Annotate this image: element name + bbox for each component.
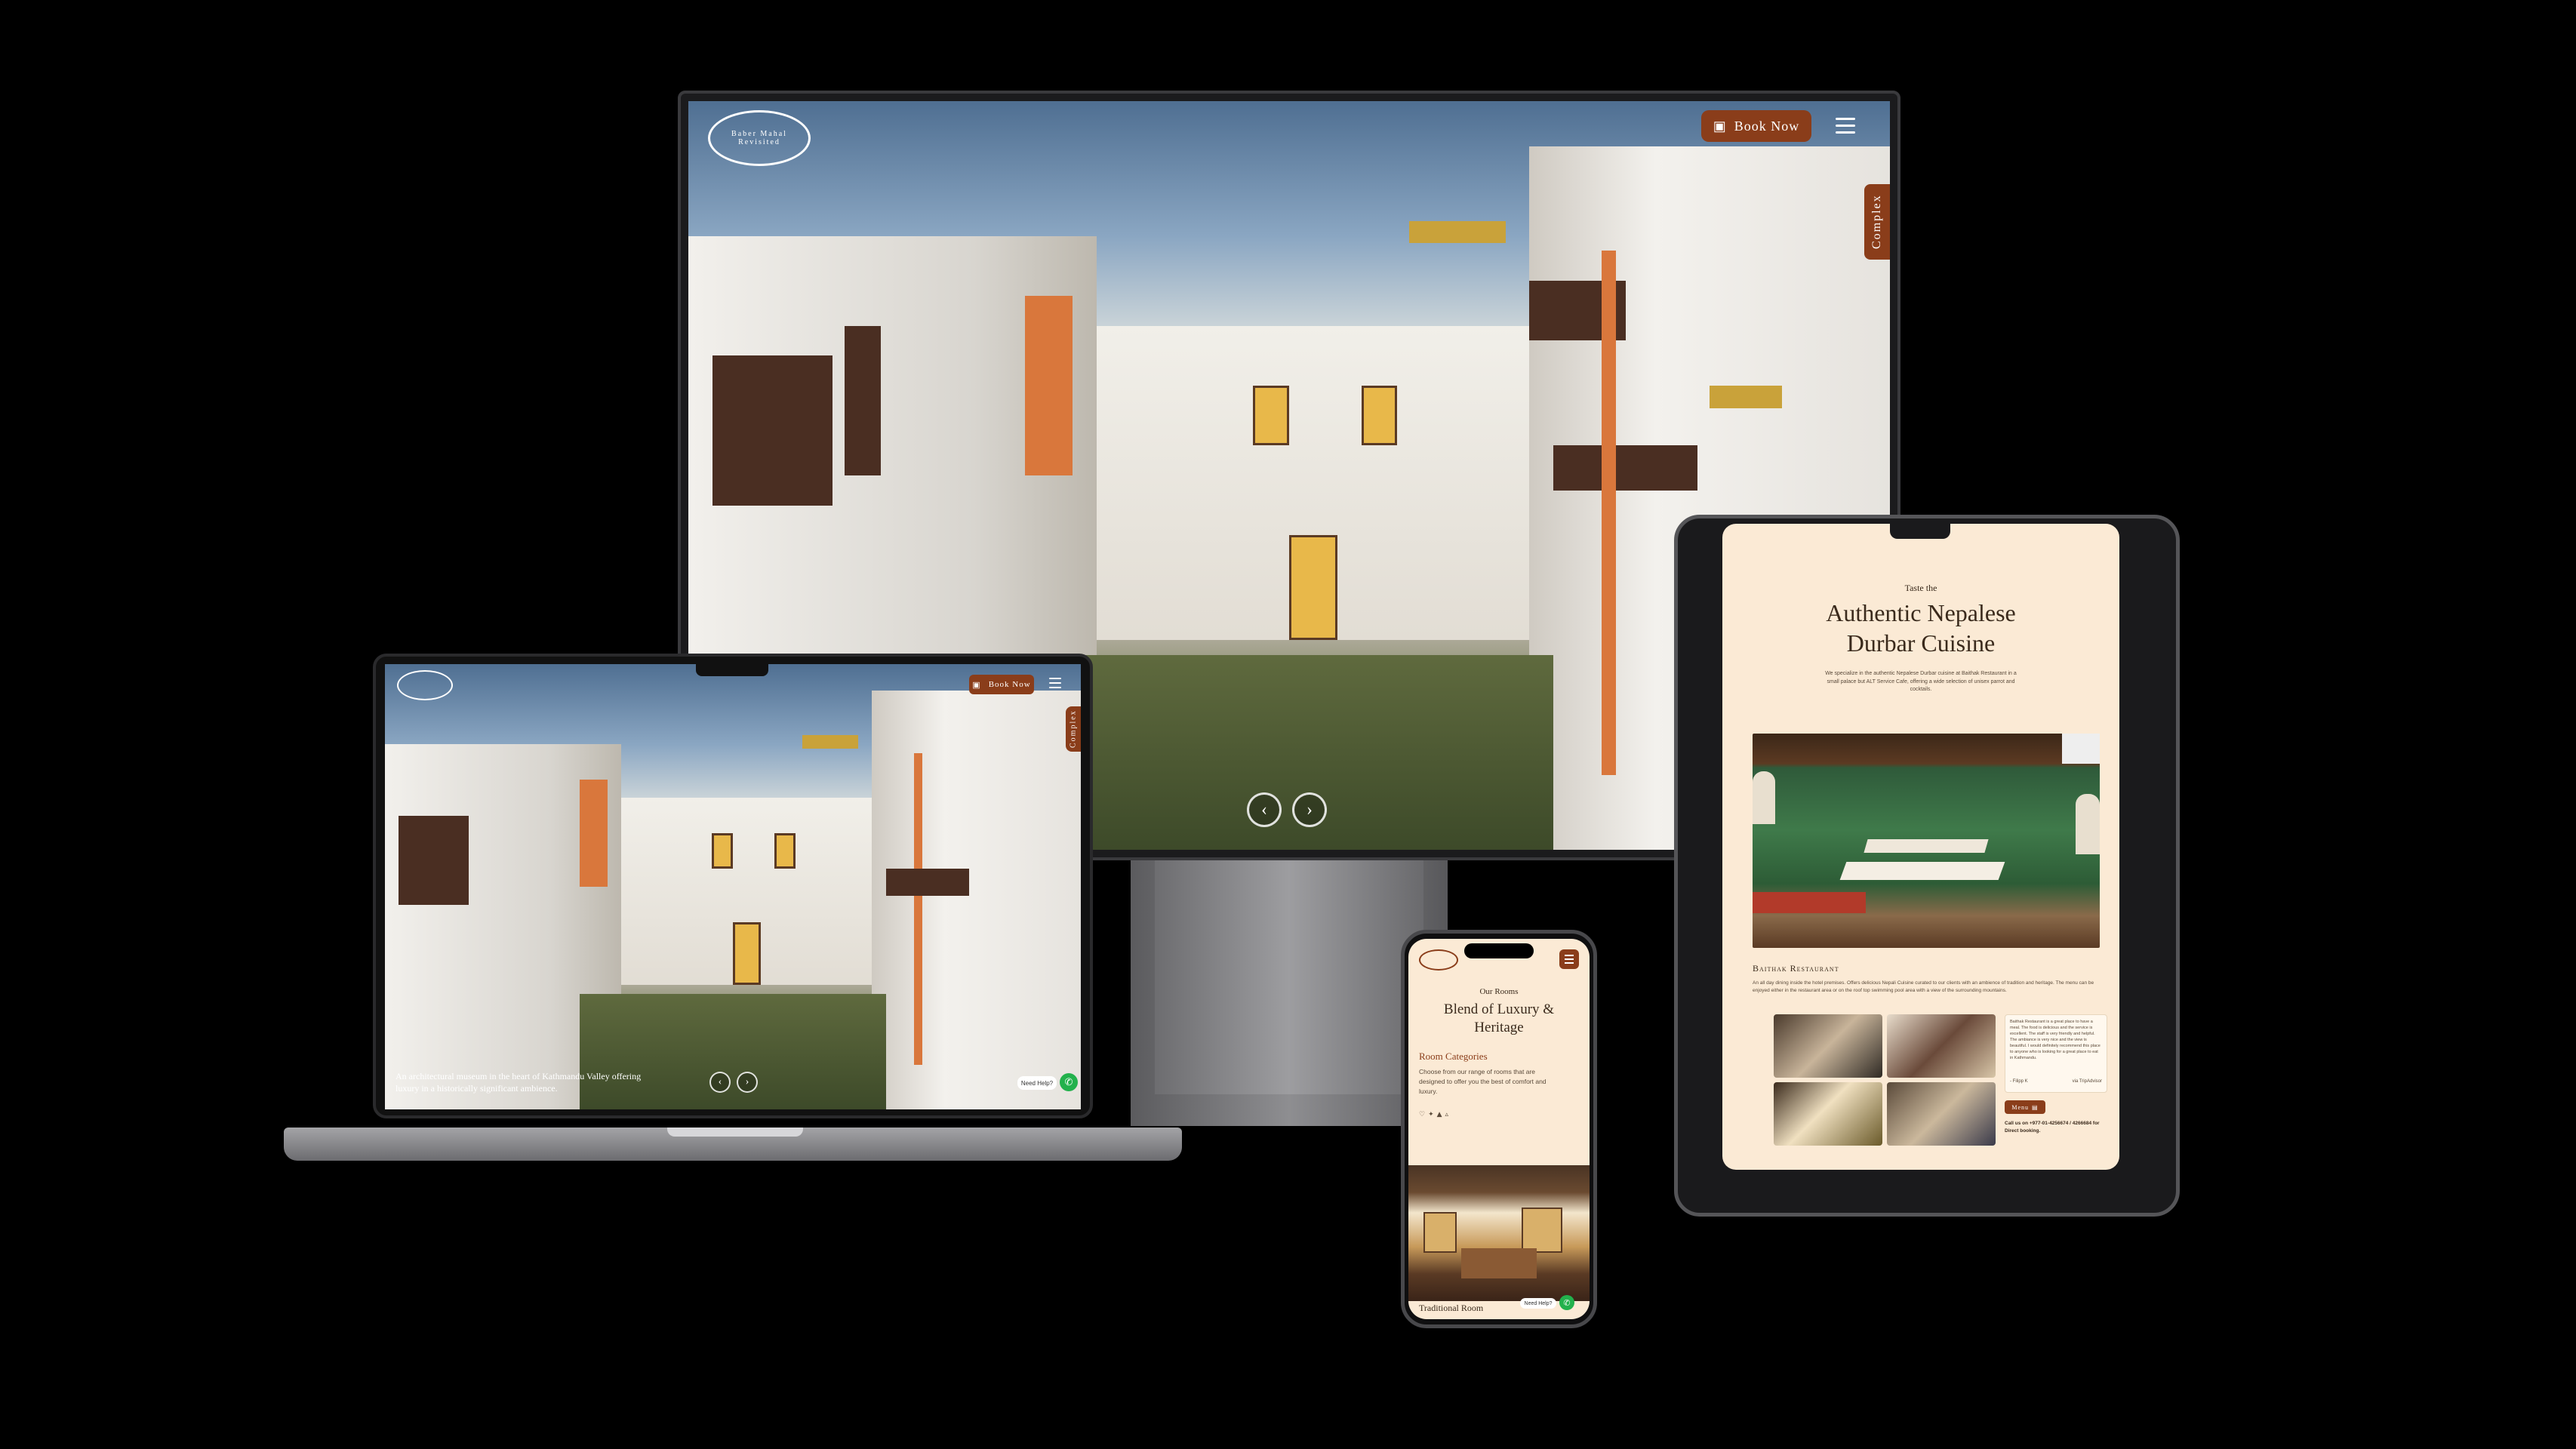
laptop-chevron-left-icon[interactable]: ‹ [709, 1072, 731, 1093]
calendar-icon: ▣ [1713, 118, 1727, 134]
book-now-button[interactable]: ▣ Book Now [1701, 110, 1811, 142]
laptop-chevron-right-icon[interactable]: › [737, 1072, 758, 1093]
laptop-hero-image [385, 664, 1081, 1109]
complex-tab-label: Complex [1870, 194, 1883, 250]
call-booking-text: Call us on +977-01-4256674 / 4266684 for… [2005, 1121, 2100, 1134]
laptop-complex-side-tab[interactable]: Complex [1066, 706, 1081, 752]
review-source: via TripAdvisor [2072, 1079, 2102, 1084]
phone-whatsapp-icon[interactable]: ✆ [1559, 1295, 1574, 1310]
brand-logo[interactable]: Baber Mahal Revisited [708, 110, 811, 166]
gallery-thumb-2[interactable] [1887, 1014, 1996, 1078]
whatsapp-icon[interactable]: ✆ [1060, 1073, 1078, 1091]
complex-side-tab[interactable]: Complex [1864, 184, 1890, 260]
laptop-menu-icon[interactable] [1049, 678, 1061, 688]
menu-button[interactable]: Menu ▤ [2005, 1100, 2045, 1114]
restaurant-intro: We specialize in the authentic Nepalese … [1825, 671, 2017, 692]
chevron-left-icon[interactable]: ‹ [1247, 792, 1282, 827]
review-author: - Filipp K [2010, 1079, 2028, 1084]
phone-dynamic-island [1464, 943, 1534, 958]
laptop-trackpad-lip [667, 1128, 803, 1137]
restaurant-eyebrow: Taste the [1904, 583, 1937, 593]
laptop-brand-logo[interactable] [397, 670, 453, 700]
book-now-label: Book Now [1734, 118, 1800, 134]
room-name: Traditional Room [1419, 1303, 1484, 1313]
room-amenity-icons: ♡✦▲▵ [1419, 1111, 1452, 1118]
monitor-stand-face [1155, 860, 1423, 1094]
menu-icon[interactable] [1836, 118, 1855, 134]
calendar-icon: ▣ [972, 680, 981, 690]
review-card: Baithak Restaurant is a great place to h… [2005, 1014, 2107, 1093]
baithak-description: An all day dining inside the hotel premi… [1753, 980, 2094, 993]
laptop-book-now-button[interactable]: ▣ Book Now [969, 675, 1034, 694]
phone-brand-logo[interactable] [1419, 949, 1458, 971]
laptop-screen: ▣ Book Now Complex An architectural muse… [385, 664, 1081, 1109]
need-help-bubble[interactable]: Need Help? [1017, 1076, 1057, 1090]
gallery-thumb-1[interactable] [1774, 1014, 1882, 1078]
room-categories-heading: Room Categories [1419, 1051, 1488, 1062]
logo-text: Baber Mahal Revisited [731, 130, 787, 146]
room-photo [1408, 1165, 1590, 1301]
phone-menu-icon[interactable] [1559, 949, 1579, 969]
laptop-book-now-label: Book Now [988, 680, 1031, 689]
phone-screen: Our Rooms Blend of Luxury & Heritage Roo… [1408, 939, 1590, 1319]
tablet-notch [1890, 524, 1950, 539]
menu-book-icon: ▤ [2032, 1103, 2039, 1111]
restaurant-photo [1753, 734, 2100, 948]
rooms-eyebrow: Our Rooms [1479, 987, 1519, 996]
rooms-title: Blend of Luxury & Heritage [1443, 1001, 1555, 1035]
phone-need-help-bubble[interactable]: Need Help? [1520, 1298, 1556, 1309]
gallery-thumb-3[interactable] [1774, 1082, 1882, 1146]
restaurant-title: Authentic Nepalese Durbar Cuisine [1826, 599, 2016, 657]
room-categories-text: Choose from our range of rooms that are … [1419, 1068, 1547, 1095]
chevron-right-icon[interactable]: › [1292, 792, 1327, 827]
tablet-screen: Taste the Authentic Nepalese Durbar Cuis… [1722, 524, 2119, 1170]
gallery-thumb-4[interactable] [1887, 1082, 1996, 1146]
baithak-heading: Baithak Restaurant [1753, 963, 1839, 974]
laptop-notch [696, 664, 768, 676]
hero-caption: An architectural museum in the heart of … [395, 1071, 642, 1094]
